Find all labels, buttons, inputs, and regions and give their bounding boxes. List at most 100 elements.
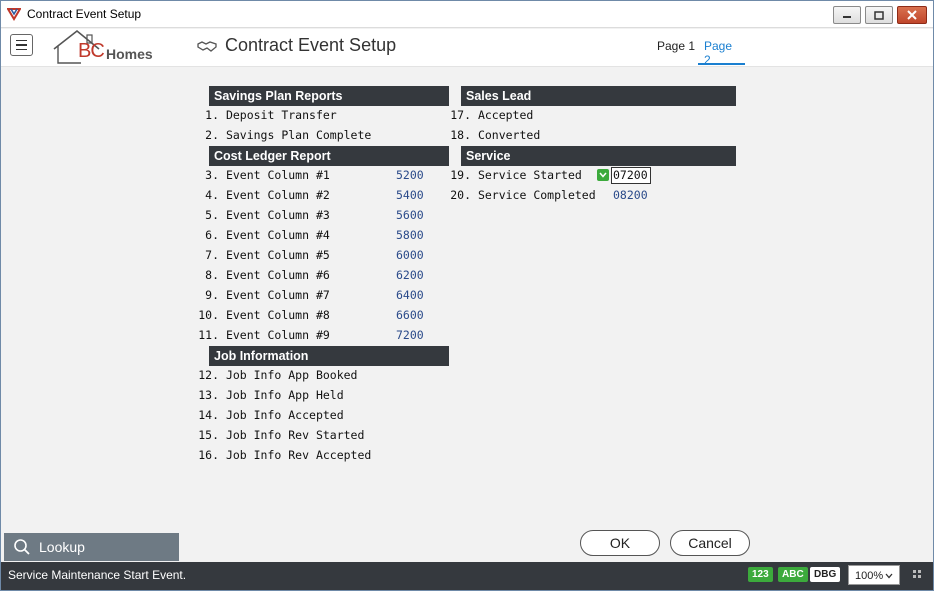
search-icon — [14, 539, 30, 555]
event-code-value[interactable]: 7200 — [396, 326, 424, 344]
section-service: Service — [461, 146, 736, 166]
event-row[interactable]: 2. Savings Plan Complete — [197, 126, 371, 144]
lookup-panel[interactable]: Lookup — [4, 533, 179, 561]
event-label: Event Column #5 — [225, 248, 330, 262]
chevron-down-icon — [599, 172, 607, 178]
event-label: Savings Plan Complete — [225, 128, 372, 142]
app-header: BC Homes Contract Event Setup Page 1 Pag… — [1, 29, 933, 67]
tab-page-1[interactable]: Page 1 — [651, 39, 701, 65]
event-number: 3. — [205, 168, 219, 182]
event-number: 1. — [205, 108, 219, 122]
event-code-value[interactable]: 08200 — [613, 186, 648, 204]
event-label: Event Column #3 — [225, 208, 330, 222]
app-logo-icon — [7, 8, 21, 21]
menu-button[interactable] — [10, 34, 33, 56]
event-number: 17. — [450, 108, 471, 122]
event-row[interactable]: 16. Job Info Rev Accepted — [197, 446, 371, 464]
hamburger-icon-bar — [16, 39, 27, 42]
minimize-icon — [843, 16, 851, 18]
event-row[interactable]: 12. Job Info App Booked — [197, 366, 357, 384]
event-number: 5. — [205, 208, 219, 222]
cancel-button[interactable]: Cancel — [670, 530, 750, 556]
event-label: Event Column #1 — [225, 168, 330, 182]
event-row[interactable]: 7. Event Column #5 — [197, 246, 330, 264]
company-logo: BC Homes — [51, 29, 167, 65]
event-number: 16. — [198, 448, 219, 462]
event-code-value[interactable]: 5200 — [396, 166, 424, 184]
event-label: Event Column #6 — [225, 268, 330, 282]
debug-badge[interactable]: DBG — [810, 567, 841, 582]
event-code-value[interactable]: 6400 — [396, 286, 424, 304]
event-number: 6. — [205, 228, 219, 242]
event-row[interactable]: 13. Job Info App Held — [197, 386, 344, 404]
title-bar: Contract Event Setup — [1, 1, 933, 28]
section-job-information: Job Information — [209, 346, 449, 366]
status-message: Service Maintenance Start Event. — [8, 568, 187, 582]
resize-grip-icon[interactable] — [913, 570, 921, 578]
event-label: Service Started — [477, 168, 582, 182]
event-number: 18. — [450, 128, 471, 142]
event-row[interactable]: 18. Converted — [449, 126, 540, 144]
chevron-down-icon — [885, 573, 893, 579]
event-code-value[interactable]: 5800 — [396, 226, 424, 244]
maximize-icon — [874, 10, 884, 20]
event-label: Event Column #9 — [225, 328, 330, 342]
section-cost-ledger-report: Cost Ledger Report — [209, 146, 449, 166]
event-row[interactable]: 8. Event Column #6 — [197, 266, 330, 284]
ok-button[interactable]: OK — [580, 530, 660, 556]
numeric-mode-badge[interactable]: 123 — [748, 567, 773, 582]
event-row[interactable]: 1. Deposit Transfer — [197, 106, 337, 124]
event-number: 7. — [205, 248, 219, 262]
close-icon — [907, 10, 917, 20]
zoom-select[interactable]: 100% — [848, 565, 900, 585]
event-number: 8. — [205, 268, 219, 282]
event-row[interactable]: 5. Event Column #3 — [197, 206, 330, 224]
section-sales-lead: Sales Lead — [461, 86, 736, 106]
event-number: 2. — [205, 128, 219, 142]
event-number: 15. — [198, 428, 219, 442]
tab-page-2[interactable]: Page 2 — [698, 39, 745, 67]
zoom-value: 100% — [855, 570, 884, 582]
status-bar: Service Maintenance Start Event. 123 ABC… — [1, 562, 933, 590]
lookup-label: Lookup — [39, 539, 85, 555]
event-label: Job Info App Held — [225, 388, 344, 402]
event-row[interactable]: 3. Event Column #1 — [197, 166, 330, 184]
event-code-value[interactable]: 6000 — [396, 246, 424, 264]
event-label: Service Completed — [477, 188, 596, 202]
lookup-dropdown-icon[interactable] — [597, 169, 609, 181]
event-number: 12. — [198, 368, 219, 382]
maximize-button[interactable] — [865, 6, 893, 24]
event-row[interactable]: 17. Accepted — [449, 106, 533, 124]
event-row[interactable]: 11. Event Column #9 — [197, 326, 330, 344]
page-title-group: Contract Event Setup — [197, 35, 396, 56]
event-number: 4. — [205, 188, 219, 202]
section-savings-plan-reports: Savings Plan Reports — [209, 86, 449, 106]
close-button[interactable] — [897, 6, 927, 24]
handshake-icon — [197, 40, 217, 52]
event-row[interactable]: 9. Event Column #7 — [197, 286, 330, 304]
event-label: Event Column #7 — [225, 288, 330, 302]
event-number: 20. — [450, 188, 471, 202]
event-row[interactable]: 20. Service Completed — [449, 186, 596, 204]
event-code-value[interactable]: 5600 — [396, 206, 424, 224]
event-row[interactable]: 19. Service Started — [449, 166, 582, 184]
event-code-value[interactable]: 5400 — [396, 186, 424, 204]
event-row[interactable]: 14. Job Info Accepted — [197, 406, 344, 424]
event-row[interactable]: 6. Event Column #4 — [197, 226, 330, 244]
event-row[interactable]: 10. Event Column #8 — [197, 306, 330, 324]
minimize-button[interactable] — [833, 6, 861, 24]
event-label: Event Column #4 — [225, 228, 330, 242]
event-row[interactable]: 4. Event Column #2 — [197, 186, 330, 204]
service-started-input[interactable]: 07200 — [611, 167, 651, 184]
event-label: Job Info Accepted — [225, 408, 344, 422]
event-code-value[interactable]: 6200 — [396, 266, 424, 284]
event-number: 14. — [198, 408, 219, 422]
event-number: 11. — [198, 328, 219, 342]
event-label: Event Column #8 — [225, 308, 330, 322]
event-label: Deposit Transfer — [225, 108, 337, 122]
event-row[interactable]: 15. Job Info Rev Started — [197, 426, 364, 444]
logo-word: Homes — [106, 46, 153, 62]
alpha-mode-badge[interactable]: ABC — [778, 567, 808, 582]
page-title: Contract Event Setup — [225, 35, 397, 55]
event-code-value[interactable]: 6600 — [396, 306, 424, 324]
